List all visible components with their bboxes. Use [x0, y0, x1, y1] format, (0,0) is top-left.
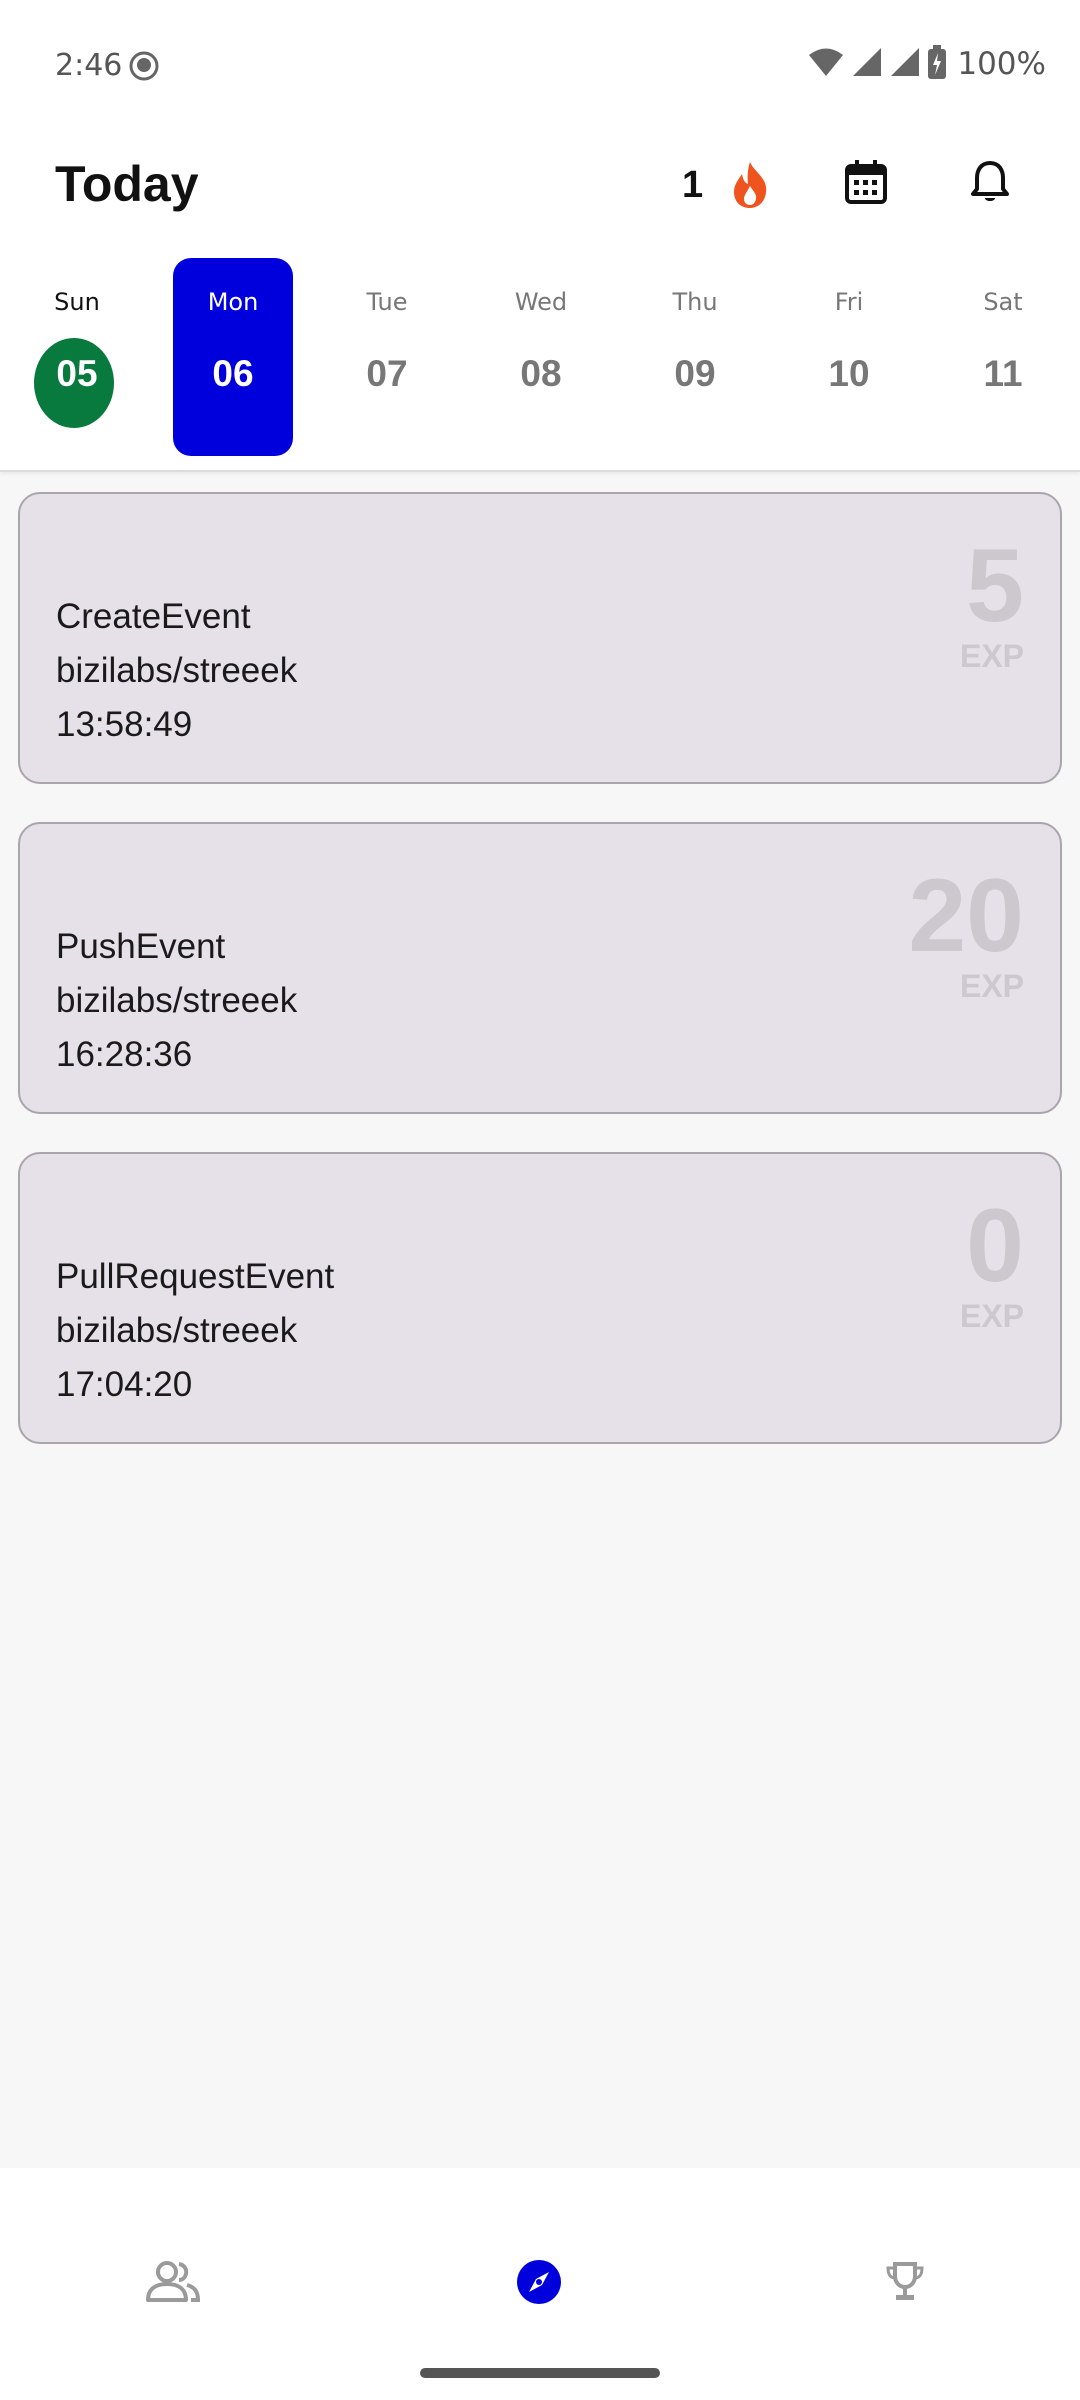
event-type: PullRequestEvent — [56, 1257, 335, 1296]
app-notification-icon — [128, 50, 160, 82]
compass-icon — [515, 2258, 563, 2310]
calendar-icon — [844, 159, 888, 209]
nav-friends[interactable] — [143, 2254, 203, 2314]
event-details: PullRequestEvent bizilabs/streeek 17:04:… — [56, 1250, 334, 1412]
event-type: PushEvent — [56, 927, 226, 966]
day-number: 09 — [674, 353, 716, 394]
flame-icon[interactable] — [728, 160, 772, 210]
exp-value: 0 — [966, 1188, 1024, 1304]
day-sun[interactable]: Sun 05 — [17, 258, 137, 456]
event-type: CreateEvent — [56, 597, 251, 636]
day-sat[interactable]: Sat 11 — [943, 258, 1063, 456]
event-card[interactable]: PushEvent bizilabs/streeek 16:28:36 20 E… — [18, 822, 1062, 1114]
event-details: CreateEvent bizilabs/streeek 13:58:49 — [56, 590, 297, 752]
day-number: 08 — [520, 353, 562, 394]
day-number: 05 — [56, 353, 98, 394]
exp-badge: 20 EXP — [908, 864, 1024, 1005]
page-title: Today — [55, 156, 199, 212]
exp-label: EXP — [959, 638, 1024, 674]
day-tue[interactable]: Tue 07 — [327, 258, 447, 456]
event-repo: bizilabs/streeek — [56, 651, 298, 690]
exp-badge: 5 EXP — [960, 534, 1024, 675]
wifi-icon — [807, 46, 845, 82]
day-wed[interactable]: Wed 08 — [481, 258, 601, 456]
day-name: Sat — [983, 288, 1023, 316]
event-card[interactable]: PullRequestEvent bizilabs/streeek 17:04:… — [18, 1152, 1062, 1444]
day-number: 07 — [366, 353, 408, 394]
header: Today 1 Sun 05 Mon 06 Tue 07 Wed 08 Thu … — [0, 130, 1080, 472]
nav-explore[interactable] — [509, 2254, 569, 2314]
day-number: 10 — [828, 353, 870, 394]
event-details: PushEvent bizilabs/streeek 16:28:36 — [56, 920, 297, 1082]
home-indicator[interactable] — [420, 2368, 660, 2378]
nav-leaderboard[interactable] — [875, 2254, 935, 2314]
week-strip: Sun 05 Mon 06 Tue 07 Wed 08 Thu 09 Fri 1… — [0, 258, 1080, 458]
streak-count[interactable]: 1 — [682, 164, 703, 207]
event-repo: bizilabs/streeek — [56, 981, 298, 1020]
event-list: CreateEvent bizilabs/streeek 13:58:49 5 … — [18, 492, 1062, 1482]
day-number: 06 — [212, 353, 254, 394]
calendar-button[interactable] — [838, 156, 894, 212]
trophy-icon — [883, 2260, 927, 2308]
event-time: 13:58:49 — [56, 705, 193, 744]
status-time: 2:46 — [55, 48, 123, 83]
day-name: Fri — [834, 288, 864, 316]
exp-value: 5 — [966, 528, 1024, 644]
event-repo: bizilabs/streeek — [56, 1311, 298, 1350]
signal-icon — [851, 46, 883, 82]
people-icon — [145, 2260, 201, 2308]
day-number: 11 — [983, 353, 1023, 394]
exp-badge: 0 EXP — [960, 1194, 1024, 1335]
signal-icon-2 — [889, 46, 921, 82]
battery-percent: 100% — [957, 46, 1046, 82]
exp-label: EXP — [959, 1298, 1024, 1334]
day-fri[interactable]: Fri 10 — [789, 258, 909, 456]
event-time: 17:04:20 — [56, 1365, 193, 1404]
status-bar: 2:46 100% — [0, 0, 1080, 130]
bell-icon — [970, 159, 1010, 209]
event-time: 16:28:36 — [56, 1035, 193, 1074]
day-name: Mon — [207, 288, 259, 316]
battery-icon — [927, 45, 947, 83]
day-name: Tue — [366, 288, 408, 316]
exp-value: 20 — [908, 858, 1024, 974]
day-name: Sun — [54, 288, 100, 316]
day-thu[interactable]: Thu 09 — [635, 258, 755, 456]
event-card[interactable]: CreateEvent bizilabs/streeek 13:58:49 5 … — [18, 492, 1062, 784]
status-indicators: 100% — [807, 44, 1046, 84]
bottom-navigation — [0, 2168, 1080, 2400]
day-name: Wed — [514, 288, 568, 316]
day-name: Thu — [672, 288, 718, 316]
day-mon[interactable]: Mon 06 — [173, 258, 293, 456]
notifications-button[interactable] — [962, 156, 1018, 212]
